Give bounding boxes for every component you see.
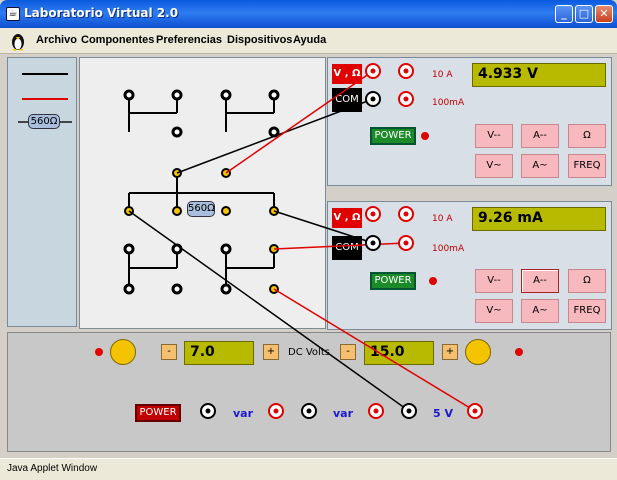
menu-preferencias[interactable]: Preferencias [156, 34, 222, 46]
palette-resistor[interactable]: 560Ω [28, 114, 60, 129]
java-app-icon: ☕ [6, 7, 20, 21]
mode-ohms-button[interactable]: Ω [568, 124, 606, 148]
meter-display: 4.933 V [472, 63, 606, 87]
menu-bar: Archivo Componentes Preferencias Disposi… [0, 28, 617, 54]
mode-freq-button[interactable]: FREQ [568, 299, 606, 323]
right-decrement-button[interactable]: - [340, 344, 356, 360]
dc-volts-label: DC Volts [288, 347, 330, 358]
vohm-terminal-label: V , Ω [332, 64, 362, 84]
minimize-button[interactable]: _ [555, 5, 573, 23]
mode-dc-amps-button[interactable]: A-- [521, 124, 559, 148]
range-100ma-label: 100mA [432, 244, 465, 254]
menu-ayuda[interactable]: Ayuda [293, 34, 326, 46]
meter-power-button[interactable]: POWER [370, 127, 416, 145]
mode-ohms-button[interactable]: Ω [568, 269, 606, 293]
com-terminal-label: COM [332, 236, 362, 260]
maximize-button[interactable]: □ [575, 5, 593, 23]
window-title: Laboratorio Virtual 2.0 [24, 6, 179, 20]
palette-red-wire[interactable] [22, 98, 68, 100]
supply-power-button[interactable]: POWER [135, 404, 181, 422]
mode-dc-amps-button[interactable]: A-- [521, 269, 559, 293]
close-button[interactable]: ✕ [595, 5, 613, 23]
left-decrement-button[interactable]: - [161, 344, 177, 360]
meter-power-button[interactable]: POWER [370, 272, 416, 290]
mode-freq-button[interactable]: FREQ [568, 154, 606, 178]
power-supply: - 7.0 + DC Volts - 15.0 + POWER var var … [7, 332, 611, 452]
left-voltage-display: 7.0 [184, 341, 254, 365]
vohm-terminal-label: V , Ω [332, 208, 362, 228]
power-led [429, 277, 437, 285]
right-voltage-knob[interactable] [465, 339, 491, 365]
multimeter-voltage: V , Ω COM 10 A 100mA 4.933 V POWER V-- A… [327, 57, 612, 186]
var1-label: var [233, 407, 254, 420]
range-10a-label: 10 A [432, 70, 453, 80]
power-led [421, 132, 429, 140]
var2-label: var [333, 407, 354, 420]
mode-dc-volts-button[interactable]: V-- [475, 124, 513, 148]
title-bar: ☕ Laboratorio Virtual 2.0 _ □ ✕ [0, 0, 617, 28]
mode-ac-volts-button[interactable]: V~ [475, 154, 513, 178]
mode-dc-volts-button[interactable]: V-- [475, 269, 513, 293]
supply-right-led [515, 348, 523, 356]
menu-dispositivos[interactable]: Dispositivos [227, 34, 292, 46]
supply-left-led [95, 348, 103, 356]
range-100ma-label: 100mA [432, 98, 465, 108]
left-voltage-knob[interactable] [110, 339, 136, 365]
breadboard-resistor[interactable]: 560Ω [187, 201, 215, 217]
menu-archivo[interactable]: Archivo [36, 34, 77, 46]
left-increment-button[interactable]: + [263, 344, 279, 360]
palette-black-wire[interactable] [22, 73, 68, 75]
status-bar: Java Applet Window [0, 458, 617, 480]
right-increment-button[interactable]: + [442, 344, 458, 360]
mode-ac-amps-button[interactable]: A~ [521, 154, 559, 178]
menu-componentes[interactable]: Componentes [81, 34, 154, 46]
multimeter-current: V , Ω COM 10 A 100mA 9.26 mA POWER V-- A… [327, 201, 612, 330]
mode-ac-amps-button[interactable]: A~ [521, 299, 559, 323]
component-palette: 560Ω [7, 57, 77, 327]
penguin-logo-icon [12, 34, 24, 51]
breadboard[interactable] [79, 57, 326, 329]
com-terminal-label: COM [332, 88, 362, 112]
meter-display: 9.26 mA [472, 207, 606, 231]
range-10a-label: 10 A [432, 214, 453, 224]
mode-ac-volts-button[interactable]: V~ [475, 299, 513, 323]
right-voltage-display: 15.0 [364, 341, 434, 365]
fixed-5v-label: 5 V [433, 407, 453, 420]
